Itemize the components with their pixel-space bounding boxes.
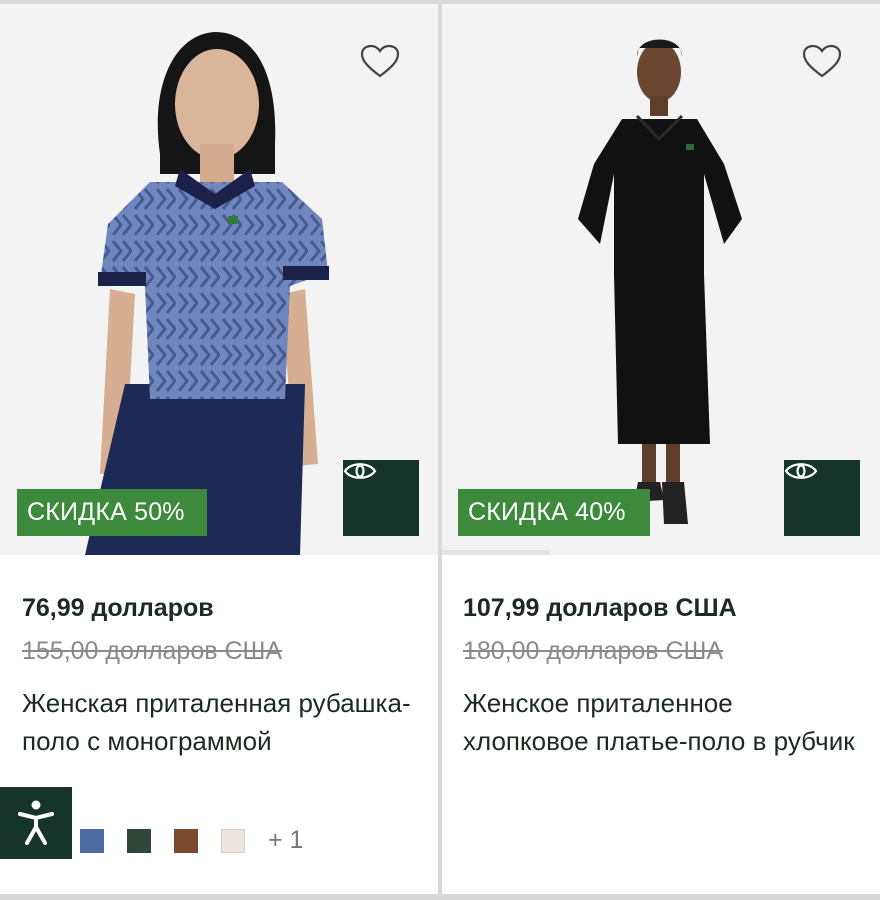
color-swatches: + 1: [80, 826, 303, 855]
color-swatch[interactable]: [174, 828, 198, 853]
product-card-polo-shirt[interactable]: СКИДКА 50% 76,99 долларов 155,00 долларо…: [0, 4, 438, 894]
product-name[interactable]: Женская приталенная рубашка-поло с моног…: [22, 684, 422, 760]
bottom-divider: [0, 894, 880, 900]
quick-view-button[interactable]: [343, 460, 419, 536]
product-old-price: 180,00 долларов США: [463, 637, 724, 665]
wishlist-button[interactable]: [800, 42, 844, 82]
product-card-polo-dress[interactable]: СКИДКА 40% 107,99 долларов США 180,00 до…: [442, 4, 880, 894]
discount-badge: СКИДКА 50%: [17, 489, 207, 536]
accessibility-button[interactable]: [0, 787, 72, 859]
heart-outline-icon: [802, 44, 842, 78]
color-swatch[interactable]: [127, 828, 151, 853]
color-swatch[interactable]: [221, 828, 245, 853]
product-image[interactable]: СКИДКА 40%: [442, 4, 880, 555]
wishlist-button[interactable]: [358, 42, 402, 82]
product-grid: СКИДКА 50% 76,99 долларов 155,00 долларо…: [0, 0, 880, 900]
accessibility-person-icon: [18, 800, 54, 845]
eye-icon: [343, 463, 377, 479]
product-name[interactable]: Женское приталенное хлопковое платье-пол…: [463, 684, 863, 760]
product-price: 107,99 долларов США: [463, 594, 737, 622]
heart-outline-icon: [360, 44, 400, 78]
quick-view-button[interactable]: [784, 460, 860, 536]
product-price: 76,99 долларов: [22, 594, 214, 622]
product-image[interactable]: СКИДКА 50%: [0, 4, 438, 555]
product-old-price: 155,00 долларов США: [22, 637, 283, 665]
discount-badge: СКИДКА 40%: [458, 489, 650, 536]
more-colors-count[interactable]: + 1: [268, 826, 303, 855]
color-swatch[interactable]: [80, 828, 104, 853]
eye-icon: [784, 463, 818, 479]
